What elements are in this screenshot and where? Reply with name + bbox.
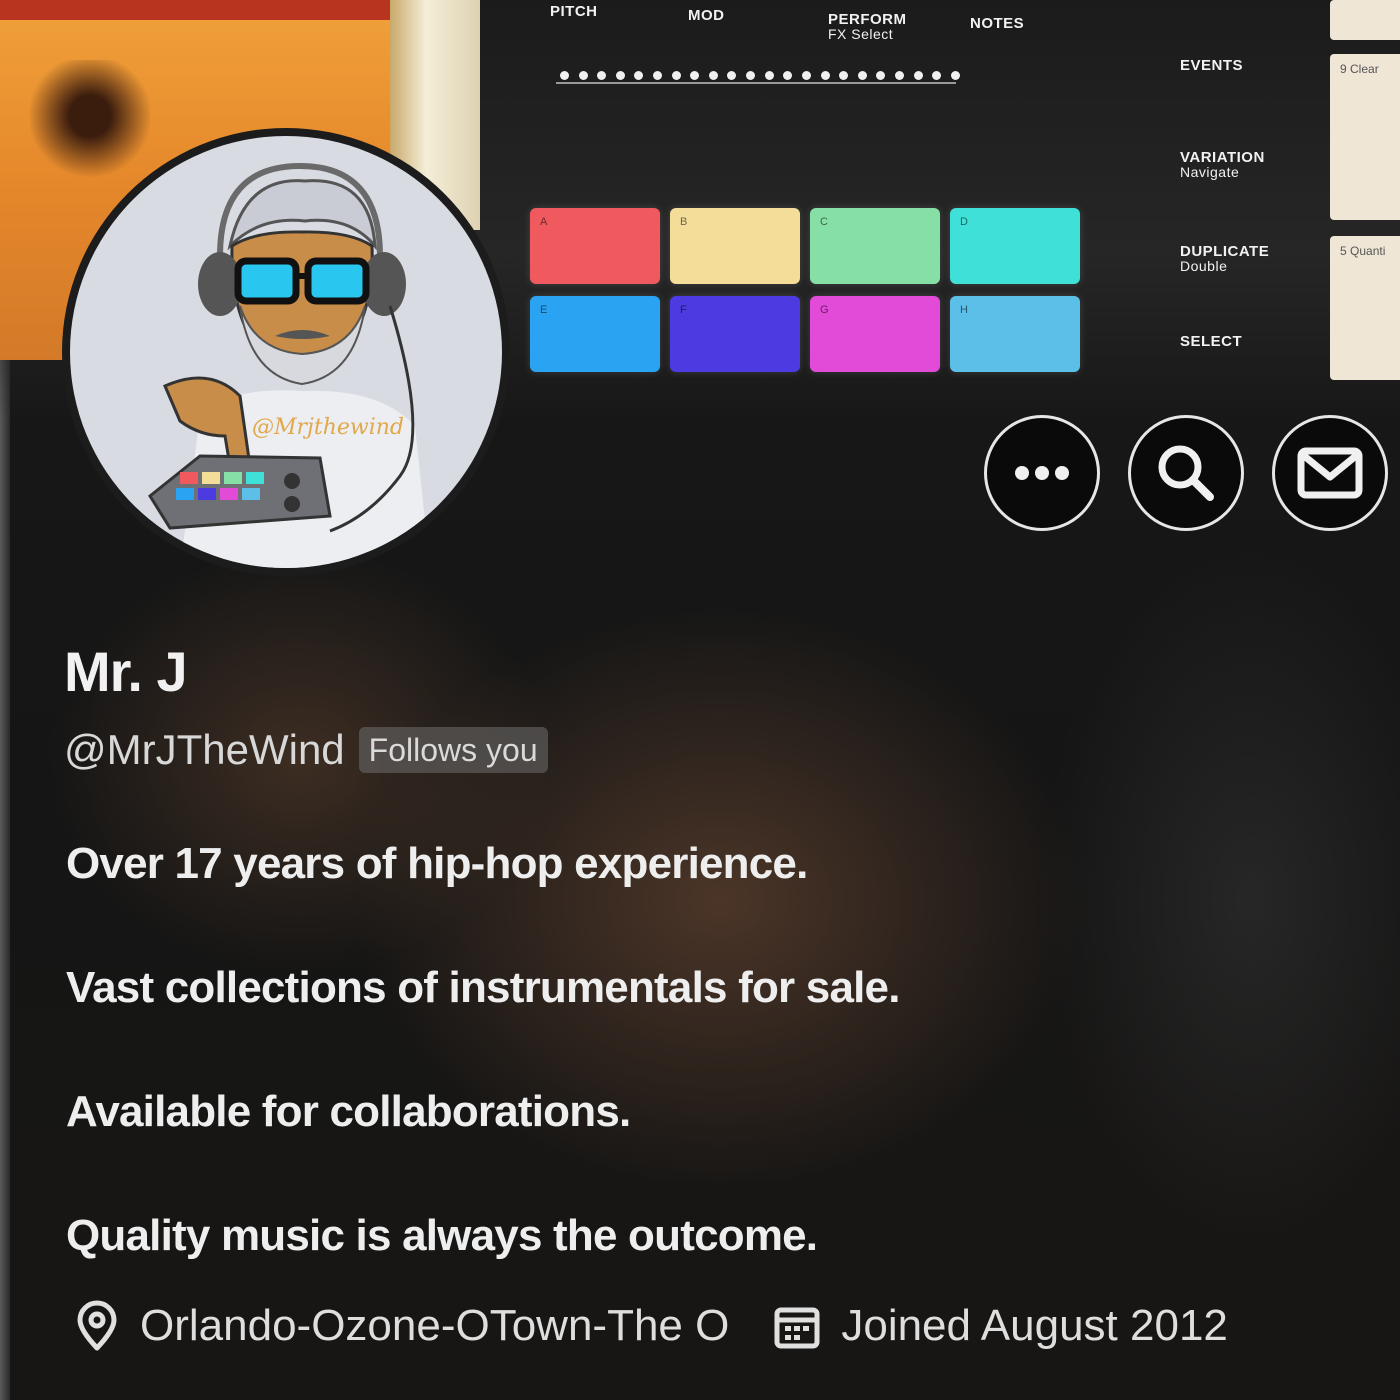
more-options-button[interactable]	[984, 415, 1100, 531]
location-text: Orlando-Ozone-OTown-The O	[140, 1301, 730, 1350]
side-label-duplicate: DUPLICATE Double	[1180, 243, 1270, 274]
banner-strip	[0, 0, 420, 20]
joined-item: Joined August 2012	[773, 1300, 1228, 1352]
side-card-clear: 9 Clear	[1330, 54, 1400, 220]
bio-line: Quality music is always the outcome.	[66, 1211, 818, 1260]
search-profile-button[interactable]	[1128, 415, 1244, 531]
search-icon	[1158, 445, 1214, 501]
pad: G	[810, 296, 940, 372]
svg-text:@Mrjthewind: @Mrjthewind	[252, 415, 404, 440]
pad: D	[950, 208, 1080, 284]
mail-icon	[1297, 447, 1363, 499]
handle-row: @MrJTheWind Follows you	[64, 726, 548, 774]
touch-strip-line	[556, 82, 956, 84]
profile-avatar[interactable]: @Mrjthewind	[62, 128, 510, 576]
avatar-cartoon: @Mrjthewind	[148, 162, 430, 568]
param-label-pitch: PITCH	[550, 3, 598, 20]
profile-meta: Orlando-Ozone-OTown-The O Joined August …	[74, 1300, 1228, 1352]
side-card-quantize: 5 Quanti	[1330, 236, 1400, 380]
param-label-notes: NOTES	[970, 15, 1025, 32]
pad: C	[810, 208, 940, 284]
bio-line: Over 17 years of hip-hop experience.	[66, 839, 808, 888]
more-icon	[1015, 466, 1069, 480]
location-item: Orlando-Ozone-OTown-The O	[74, 1300, 729, 1352]
side-label-select: SELECT	[1180, 333, 1243, 350]
side-label-events: EVENTS	[1180, 57, 1244, 74]
joined-date: Joined August 2012	[841, 1301, 1228, 1350]
calendar-icon	[774, 1307, 820, 1349]
user-handle: @MrJTheWind	[64, 726, 345, 773]
side-label-variation: VARIATION Navigate	[1180, 149, 1265, 180]
pad: F	[670, 296, 800, 372]
pad: E	[530, 296, 660, 372]
pad: A	[530, 208, 660, 284]
side-card	[1330, 0, 1400, 40]
pad: H	[950, 296, 1080, 372]
bio-line: Available for collaborations.	[66, 1087, 631, 1136]
bio-line: Vast collections of instrumentals for sa…	[66, 963, 900, 1012]
display-name: Mr. J	[64, 640, 188, 703]
avatar-illustration: @Mrjthewind	[70, 136, 502, 568]
pad: B	[670, 208, 800, 284]
location-pin-icon	[77, 1300, 117, 1351]
param-label-perform: PERFORM FX Select	[828, 11, 907, 42]
follows-you-badge: Follows you	[358, 727, 548, 773]
param-label-mod: MOD	[688, 7, 725, 24]
drum-pad-grid: A B C D E F G H	[530, 208, 1080, 378]
message-button[interactable]	[1272, 415, 1388, 531]
